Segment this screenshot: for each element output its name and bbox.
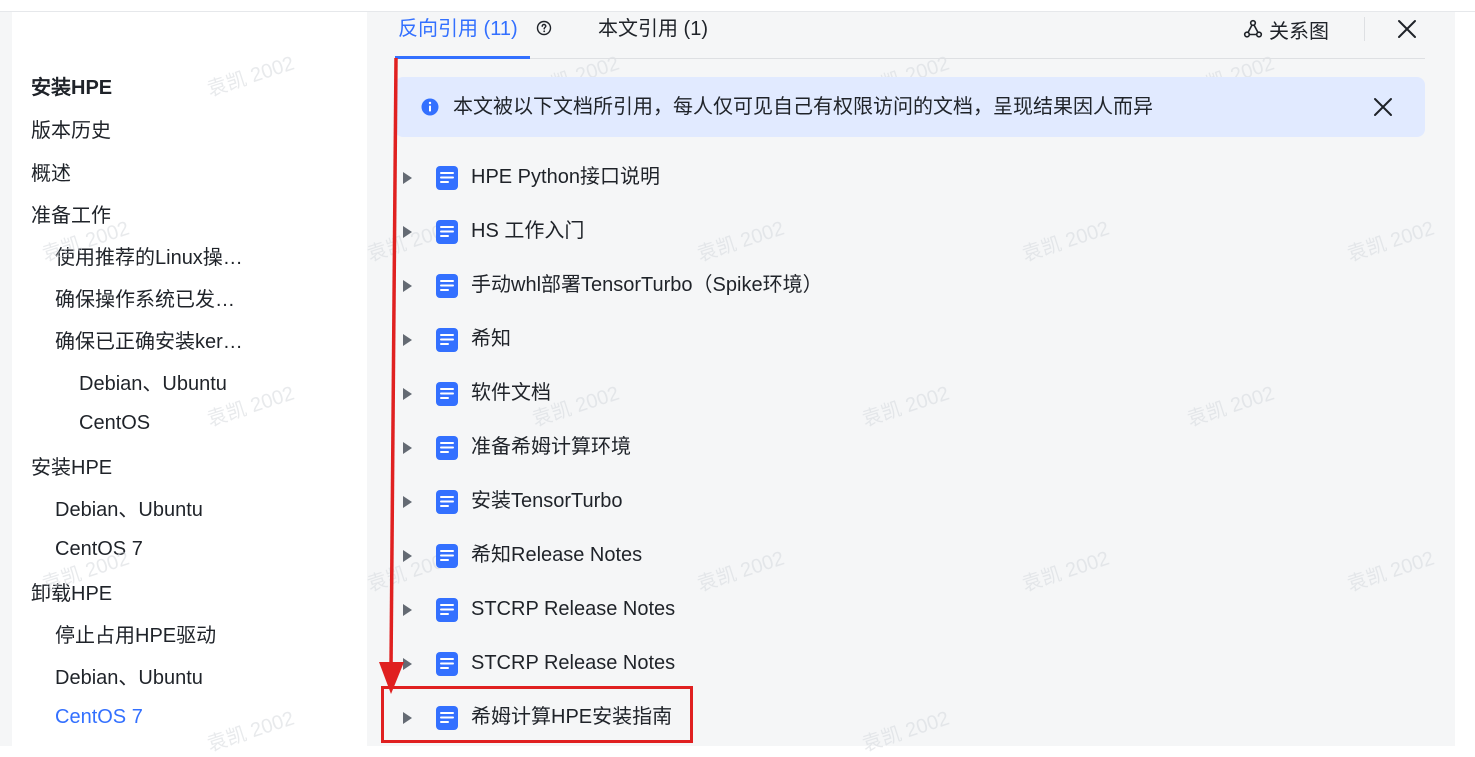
expand-caret-icon[interactable] [403,388,412,400]
toc-item-centos7-1[interactable]: CentOS 7 [55,537,143,561]
toc-item-version-history[interactable]: 版本历史 [31,119,111,143]
left-edge [0,12,12,746]
expand-caret-icon[interactable] [403,442,412,454]
document-icon [436,382,458,406]
toc-item-stop-driver[interactable]: 停止占用HPE驱动 [55,624,216,648]
graph-icon [1243,19,1263,38]
banner-message: 本文被以下文档所引用，每人仅可见自己有权限访问的文档，呈现结果因人而异 [453,96,1153,118]
doc-row[interactable]: 软件文档 [395,369,1425,417]
toc-item-install-hpe[interactable]: 安装HPE [31,456,112,480]
toc-item-uninstall-hpe[interactable]: 卸载HPE [31,582,112,606]
document-icon [436,436,458,460]
toc-item-title[interactable]: 安装HPE [31,76,112,100]
doc-title[interactable]: 希知 [471,326,511,352]
document-icon [436,598,458,622]
expand-caret-icon[interactable] [403,604,412,616]
toc-item-centos7-active[interactable]: CentOS 7 [55,705,143,729]
annotation-highlight-box [381,686,693,743]
document-icon [436,274,458,298]
document-icon [436,220,458,244]
doc-row[interactable]: 希知Release Notes [395,531,1425,579]
active-tab-indicator [395,56,530,59]
toc-item-debian-ubuntu-2[interactable]: Debian、Ubuntu [55,498,203,522]
toc-item-debian-ubuntu-3[interactable]: Debian、Ubuntu [55,666,203,690]
tab-backlinks[interactable]: 反向引用 (11) [398,17,518,41]
expand-caret-icon[interactable] [403,658,412,670]
toc-item-preparation[interactable]: 准备工作 [31,204,111,228]
close-panel-icon[interactable] [1396,18,1418,40]
doc-title[interactable]: STCRP Release Notes [471,596,675,622]
graph-button-label: 关系图 [1269,20,1329,43]
document-icon [436,328,458,352]
document-icon [436,490,458,514]
doc-row[interactable]: 准备希姆计算环境 [395,423,1425,471]
doc-title[interactable]: 手动whl部署TensorTurbo（Spike环境） [471,272,823,298]
toolbar-separator [1364,17,1365,41]
document-icon [436,166,458,190]
toc-item-centos-1[interactable]: CentOS [79,411,150,435]
doc-row[interactable]: 安装TensorTurbo [395,477,1425,525]
doc-title[interactable]: 希知Release Notes [471,542,642,568]
toc-item-debian-ubuntu-1[interactable]: Debian、Ubuntu [79,372,227,396]
expand-caret-icon[interactable] [403,550,412,562]
panel-right-edge [1455,12,1475,746]
info-icon [421,98,439,116]
doc-row[interactable]: HS 工作入门 [395,207,1425,255]
doc-row[interactable]: 希知 [395,315,1425,363]
toc-item-overview[interactable]: 概述 [31,162,71,186]
toc-item-kernel[interactable]: 确保已正确安装ker… [55,330,243,354]
doc-row[interactable]: STCRP Release Notes [395,639,1425,687]
toc-item-recommended-linux[interactable]: 使用推荐的Linux操… [55,246,243,270]
doc-title[interactable]: 准备希姆计算环境 [471,434,631,460]
expand-caret-icon[interactable] [403,334,412,346]
document-icon [436,544,458,568]
tabs-divider [395,58,1425,59]
tab-outgoing-links[interactable]: 本文引用 (1) [598,17,708,41]
doc-row[interactable]: HPE Python接口说明 [395,153,1425,201]
relationship-graph-button[interactable]: 关系图 [1243,16,1329,43]
table-of-contents: 安装HPE 版本历史 概述 准备工作 使用推荐的Linux操… 确保操作系统已发… [12,12,367,746]
doc-title[interactable]: STCRP Release Notes [471,650,675,676]
help-icon[interactable] [536,20,552,36]
close-banner-icon[interactable] [1373,97,1393,117]
expand-caret-icon[interactable] [403,226,412,238]
expand-caret-icon[interactable] [403,496,412,508]
expand-caret-icon[interactable] [403,280,412,292]
doc-title[interactable]: 软件文档 [471,380,551,406]
doc-row[interactable]: STCRP Release Notes [395,585,1425,633]
document-icon [436,652,458,676]
doc-row[interactable]: 手动whl部署TensorTurbo（Spike环境） [395,261,1425,309]
top-bar [0,0,1475,12]
expand-caret-icon[interactable] [403,172,412,184]
doc-title[interactable]: HS 工作入门 [471,218,584,244]
toc-item-os-release[interactable]: 确保操作系统已发… [55,288,235,312]
doc-title[interactable]: HPE Python接口说明 [471,164,660,190]
doc-title[interactable]: 安装TensorTurbo [471,488,623,514]
